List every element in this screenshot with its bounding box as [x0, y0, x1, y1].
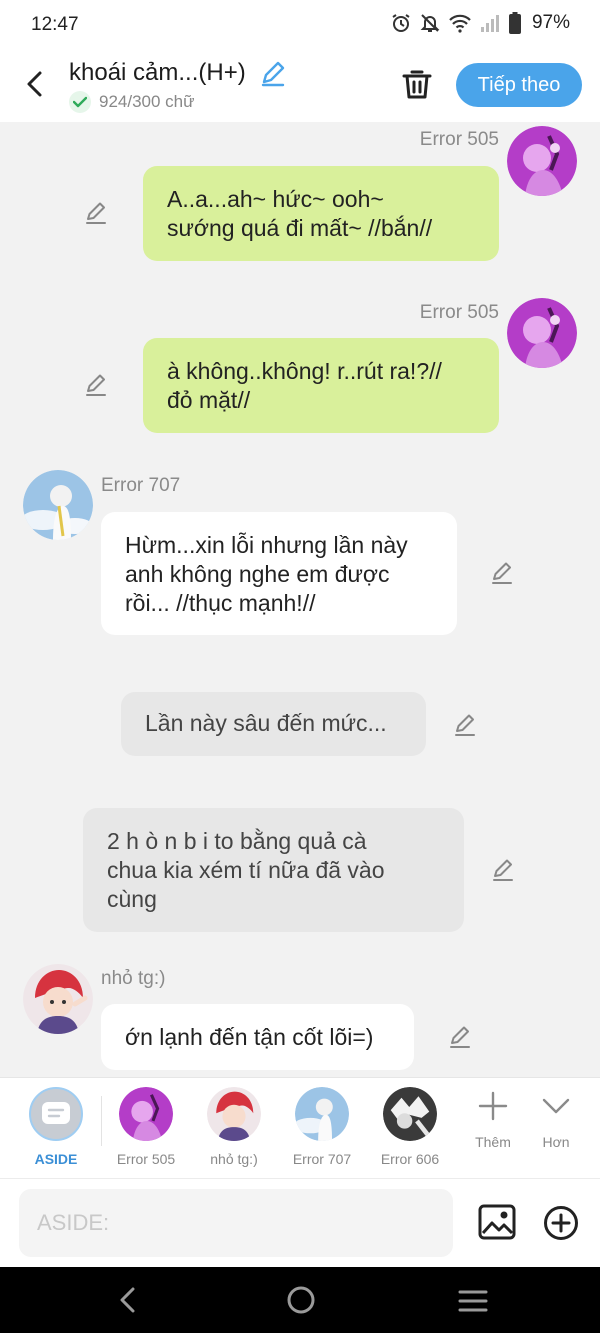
nav-recents-button[interactable] [458, 1289, 488, 1318]
plus-icon [478, 1091, 508, 1121]
edit-message-button[interactable] [490, 561, 514, 590]
edit-message-button[interactable] [491, 858, 515, 887]
status-icons: 97% [391, 12, 570, 34]
more-characters-button[interactable]: Hơn [531, 1091, 581, 1150]
signal-icon [480, 15, 499, 32]
back-button[interactable] [18, 66, 50, 102]
back-arrow-icon [120, 1287, 135, 1313]
avatar-error-707[interactable] [23, 470, 93, 540]
aside-bubble[interactable]: Lần này sâu đến mức... [121, 692, 426, 756]
message-line: rồi... //thục mạnh!// [125, 590, 316, 616]
word-count: 924/300 chữ [69, 91, 195, 113]
next-button[interactable]: Tiếp theo [456, 63, 582, 107]
message-bubble-icon [42, 1102, 70, 1124]
character-error-606[interactable]: Error 606 [370, 1087, 450, 1167]
message-speaker-name: nhỏ tg:) [101, 968, 166, 989]
status-time: 12:47 [31, 14, 79, 35]
image-icon [478, 1204, 516, 1240]
character-label: nhỏ tg:) [210, 1151, 258, 1167]
character-nho-tg[interactable]: nhỏ tg:) [194, 1087, 274, 1167]
message-line: Lần này sâu đến mức... [145, 710, 387, 736]
message-speaker-name: Error 707 [101, 475, 181, 496]
message-line: đỏ mặt// [167, 387, 251, 413]
message-line: ớn lạnh đến tận cốt lõi=) [125, 1024, 374, 1050]
message-line: 2 h ò n b i to bằng quả cà [107, 828, 367, 854]
avatar [119, 1087, 173, 1141]
avatar [207, 1087, 261, 1141]
add-character-button[interactable]: Thêm [468, 1091, 518, 1150]
message-line: chua kia xém tí nữa đã vào [107, 857, 385, 883]
message-bubble[interactable]: Hừm...xin lỗi nhưng lần này anh không ng… [101, 512, 457, 635]
pencil-icon [261, 61, 285, 87]
more-characters-label: Hơn [542, 1134, 570, 1150]
edit-title-button[interactable] [259, 60, 287, 93]
character-label: Error 505 [116, 1151, 176, 1167]
pencil-icon [493, 859, 513, 881]
message-line: A..a...ah~ hức~ ooh~ [167, 186, 384, 212]
edit-message-button[interactable] [84, 373, 108, 402]
chat-area[interactable]: Error 505 A..a...ah~ hức~ ooh~ sướng quá… [0, 122, 600, 1077]
message-speaker-name: Error 505 [419, 129, 499, 150]
delete-button[interactable] [399, 66, 435, 107]
chevron-left-icon [27, 71, 42, 97]
character-aside[interactable]: ASIDE [16, 1087, 96, 1167]
aside-bubble[interactable]: 2 h ò n b i to bằng quả cà chua kia xém … [83, 808, 464, 932]
aside-avatar [29, 1087, 83, 1141]
battery-percent: 97% [531, 12, 570, 33]
character-error-505[interactable]: Error 505 [106, 1087, 186, 1167]
menu-lines-icon [458, 1290, 488, 1312]
avatar-error-505[interactable] [507, 298, 577, 368]
avatar [295, 1087, 349, 1141]
message-bubble[interactable]: A..a...ah~ hức~ ooh~ sướng quá đi mất~ /… [143, 166, 499, 261]
character-label: Error 606 [380, 1151, 440, 1167]
alarm-icon [392, 14, 410, 32]
add-character-label: Thêm [475, 1134, 511, 1150]
pencil-icon [455, 714, 475, 736]
trash-icon [402, 70, 432, 99]
message-bubble[interactable]: à không..không! r..rút ra!?// đỏ mặt// [143, 338, 499, 433]
nav-home-button[interactable] [286, 1285, 316, 1320]
battery-icon [508, 12, 521, 34]
message-line: Hừm...xin lỗi nhưng lần này [125, 532, 408, 558]
story-title: khoái cảm...(H+) [69, 59, 246, 86]
home-circle-icon [287, 1286, 315, 1314]
wifi-icon [449, 14, 471, 33]
editor-header: khoái cảm...(H+) 924/300 chữ Tiếp theo [0, 50, 600, 122]
message-input[interactable] [19, 1189, 453, 1257]
character-error-707[interactable]: Error 707 [282, 1087, 362, 1167]
edit-message-button[interactable] [453, 713, 477, 742]
pencil-icon [492, 562, 512, 584]
status-bar: 12:47 97% [0, 0, 600, 50]
pencil-icon [86, 374, 106, 396]
system-nav-bar [0, 1267, 600, 1333]
divider [101, 1096, 102, 1146]
add-button[interactable] [543, 1205, 579, 1246]
mute-icon [420, 14, 440, 32]
composer-bar [0, 1178, 600, 1267]
message-bubble[interactable]: ớn lạnh đến tận cốt lõi=) [101, 1004, 414, 1070]
pencil-icon [450, 1026, 470, 1048]
chevron-down-icon [542, 1098, 570, 1114]
character-label: ASIDE [34, 1151, 78, 1167]
character-label: Error 707 [292, 1151, 352, 1167]
avatar-error-505[interactable] [507, 126, 577, 196]
edit-message-button[interactable] [448, 1025, 472, 1054]
nav-back-button[interactable] [117, 1286, 137, 1319]
avatar [383, 1087, 437, 1141]
message-line: à không..không! r..rút ra!?// [167, 358, 442, 384]
message-speaker-name: Error 505 [419, 302, 499, 323]
message-line: cùng [107, 886, 157, 912]
message-line: anh không nghe em được [125, 561, 390, 587]
message-line: sướng quá đi mất~ //bắn// [167, 215, 433, 241]
edit-message-button[interactable] [84, 201, 108, 230]
word-count-text: 924/300 chữ [99, 92, 195, 111]
pencil-icon [86, 202, 106, 224]
character-selector: ASIDE Error 505 nhỏ tg:) Error 707 Error… [0, 1077, 600, 1178]
plus-circle-icon [544, 1206, 578, 1240]
avatar-nho-tg[interactable] [23, 964, 93, 1034]
check-icon [69, 91, 91, 113]
insert-image-button[interactable] [478, 1204, 516, 1245]
